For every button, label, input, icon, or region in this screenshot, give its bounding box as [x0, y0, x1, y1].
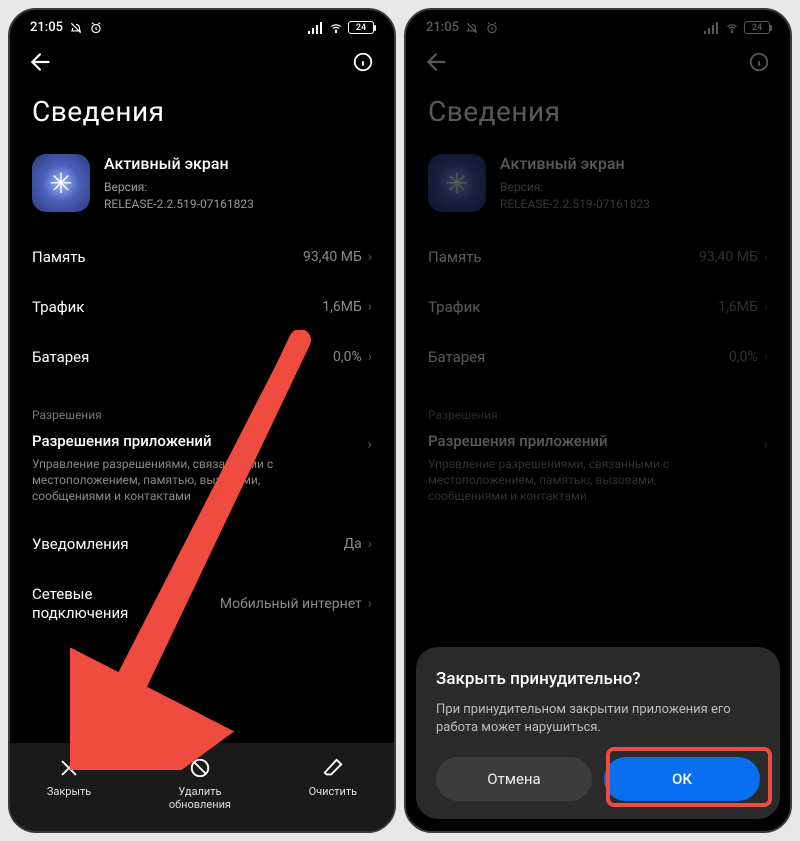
app-icon [32, 154, 90, 212]
signal-icon [308, 22, 324, 34]
info-button[interactable] [748, 51, 770, 73]
row-battery[interactable]: Батарея0,0%› [406, 332, 790, 382]
dialog-title: Закрыть принудительно? [436, 669, 760, 689]
close-icon [58, 757, 80, 779]
eraser-icon [322, 757, 344, 779]
battery-icon: 24 [744, 21, 770, 34]
row-battery[interactable]: Батарея 0,0%› [10, 332, 394, 382]
battery-icon: 24 [348, 21, 374, 34]
chevron-right-icon: › [368, 596, 372, 612]
row-notifications[interactable]: Уведомления Да› [10, 519, 394, 569]
wifi-icon [328, 22, 344, 34]
info-button[interactable] [352, 51, 374, 73]
page-title: Сведения [10, 81, 394, 148]
forbid-icon [189, 757, 211, 779]
status-bar: 21:05 24 [406, 10, 790, 39]
chevron-right-icon: › [368, 536, 372, 552]
clock: 21:05 [30, 20, 63, 35]
status-bar: 21:05 24 [10, 10, 394, 39]
wifi-icon [724, 22, 740, 34]
row-traffic[interactable]: Трафик1,6МБ› [406, 282, 790, 332]
row-app-permissions[interactable]: Разрешения приложений Управление разреше… [406, 432, 790, 519]
alarm-icon [485, 21, 499, 35]
app-header: Активный экран Версия:RELEASE-2.2.519-07… [10, 148, 394, 232]
app-name: Активный экран [104, 154, 254, 173]
alarm-icon [89, 21, 103, 35]
alarm-mute-icon [69, 21, 83, 35]
bottom-bar: Закрыть Удалить обновления Очистить [10, 743, 394, 831]
chevron-right-icon: › [368, 299, 372, 315]
signal-icon [704, 22, 720, 34]
page-title: Сведения [406, 81, 790, 148]
chevron-right-icon: › [368, 349, 372, 365]
dialog-ok-button[interactable]: ОК [604, 757, 760, 801]
clear-button[interactable]: Очистить [309, 757, 358, 811]
row-traffic[interactable]: Трафик 1,6МБ› [10, 282, 394, 332]
app-version: Версия:RELEASE-2.2.519-07161823 [104, 179, 254, 211]
phone-right: 21:05 24 Сведения Активный экран Версия:… [404, 8, 792, 833]
back-button[interactable] [424, 49, 450, 75]
clock: 21:05 [426, 20, 459, 35]
row-network[interactable]: Сетевые подключения Мобильный интернет› [10, 569, 394, 640]
dialog-message: При принудительном закрытии приложения е… [436, 701, 760, 737]
uninstall-updates-button[interactable]: Удалить обновления [165, 757, 235, 811]
section-permissions: Разрешения [10, 382, 394, 432]
back-button[interactable] [28, 49, 54, 75]
dialog-cancel-button[interactable]: Отмена [436, 757, 592, 801]
chevron-right-icon: › [368, 249, 372, 265]
close-button[interactable]: Закрыть [47, 757, 91, 811]
row-memory[interactable]: Память 93,40 МБ› [10, 232, 394, 282]
phone-left: 21:05 24 Сведения Активный экран Версия:… [8, 8, 396, 833]
row-memory[interactable]: Память93,40 МБ› [406, 232, 790, 282]
row-app-permissions[interactable]: Разрешения приложений Управление разреше… [10, 432, 394, 519]
nav-row [10, 39, 394, 81]
chevron-right-icon: › [367, 432, 372, 453]
alarm-mute-icon [465, 21, 479, 35]
app-icon [428, 154, 486, 212]
force-stop-dialog: Закрыть принудительно? При принудительно… [416, 647, 780, 819]
